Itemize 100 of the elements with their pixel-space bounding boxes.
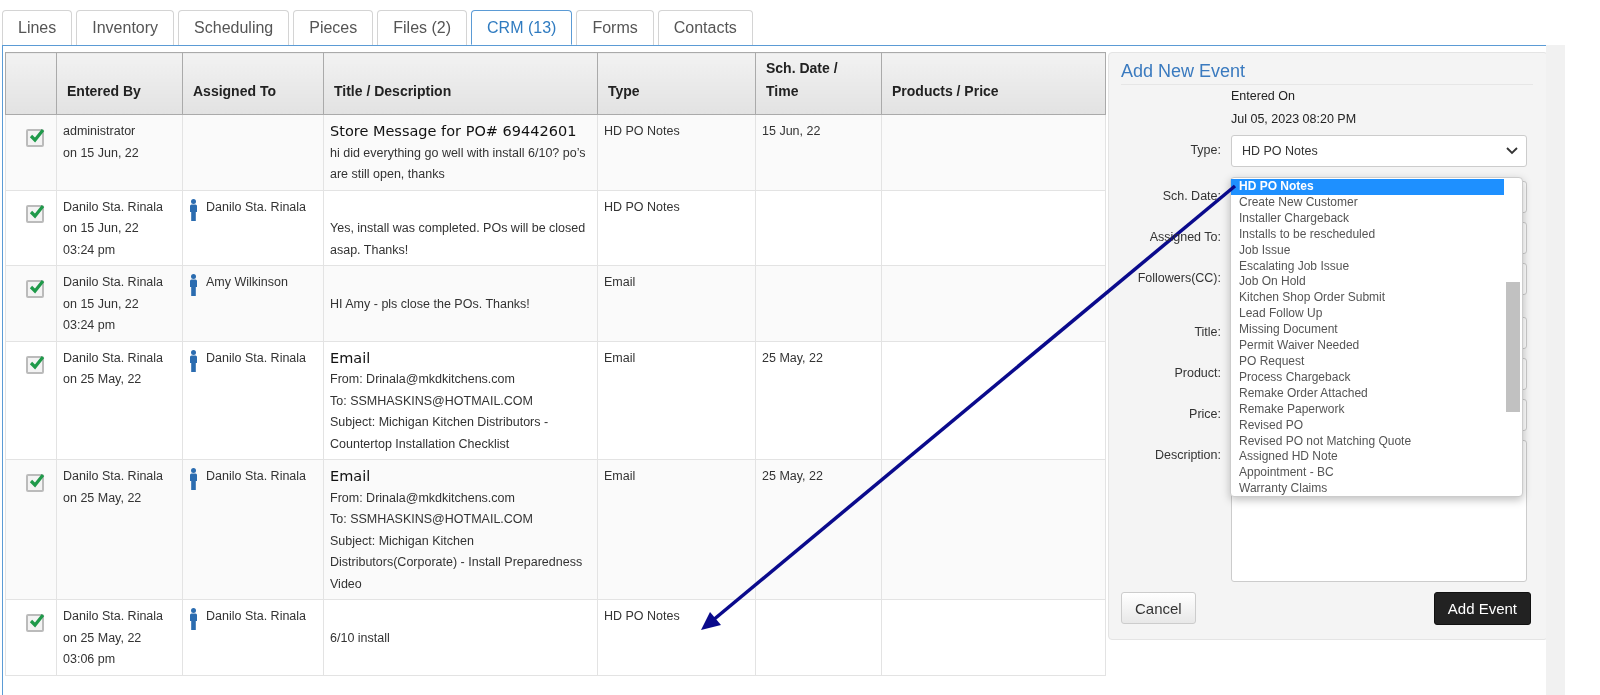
scheduled-date: 25 May, 22 [762,349,824,367]
assignee-name: Amy Wilkinson [206,274,288,291]
event-title: Email [330,467,372,486]
person-icon [189,198,198,221]
person-icon [189,608,198,630]
scheduled-date: 15 Jun, 22 [762,123,822,140]
event-type: Email [604,274,637,291]
dropdown-option[interactable]: Assigned HD Note [1231,449,1504,466]
assignee-name: Danilo Sta. Rinala [206,608,307,625]
tab[interactable]: Lines [2,10,73,45]
dropdown-option[interactable]: Lead Follow Up [1231,306,1504,323]
dropdown-option[interactable]: Create New Customer [1231,194,1504,211]
dropdown-option[interactable]: Installer Chargeback [1231,210,1504,227]
tab[interactable]: Scheduling [178,10,290,45]
assignee-name: Danilo Sta. Rinala [206,198,307,216]
dropdown-option[interactable]: Warranty Claims [1231,481,1504,498]
dropdown-option[interactable]: Job Issue [1231,242,1504,259]
entered-by-text: on 15 Jun, 22 [63,144,140,162]
entered-by-text: administrator [63,123,137,140]
person-icon [189,468,198,490]
cancel-button[interactable]: Cancel [1121,592,1196,624]
tab[interactable]: Inventory [76,10,175,45]
entered-by-text: on 15 Jun, 22 [63,295,140,313]
dropdown-option[interactable]: Permit Waiver Needed [1231,338,1504,354]
dropdown-option[interactable]: Remake Paperwork [1231,401,1504,418]
entered-by-text: on 15 Jun, 22 [63,220,140,237]
tab[interactable]: Forms [576,10,654,45]
column-header: Sch. Date / Time [755,52,882,115]
event-description: To: SSMHASKINS@HOTMAIL.COM [330,511,534,528]
column-header: Assigned To [182,52,324,115]
event-description: Subject: Michigan Kitchen Distributors(Corporate) - Install Preparedness Video [330,532,584,593]
dropdown-option[interactable]: Revised PO not Matching Quote [1231,433,1504,450]
entered-by-text: Danilo Sta. Rinala [63,274,165,291]
field-label: Type: [1189,142,1221,157]
checkbox[interactable] [26,474,44,492]
event-description: From: Drinala@mkdkitchens.com [330,371,516,388]
entered-by-text: Danilo Sta. Rinala [63,468,165,485]
entered-by-text: on 25 May, 22 [63,489,143,507]
field-label: Description: [1154,447,1221,462]
assignee-name: Danilo Sta. Rinala [206,349,307,367]
event-description: HI Amy - pls close the POs. Thanks! [330,295,531,313]
dropdown-option[interactable]: Installs to be rescheduled [1231,226,1504,243]
assignee-name: Danilo Sta. Rinala [206,468,307,485]
entered-by-text: Danilo Sta. Rinala [63,198,165,216]
event-type: HD PO Notes [604,198,681,216]
event-description: To: SSMHASKINS@HOTMAIL.COM [330,392,534,410]
dropdown-option[interactable]: Kitchen Shop Order Submit [1231,290,1504,307]
event-description: From: Drinala@mkdkitchens.com [330,489,516,507]
tab[interactable]: Pieces [293,10,374,45]
event-title: Email [330,348,372,368]
person-icon [189,274,198,296]
dropdown-option[interactable]: Escalating Job Issue [1231,258,1504,275]
type-select[interactable]: HD PO Notes [1231,135,1527,167]
entered-by-text: Danilo Sta. Rinala [63,349,165,367]
field-label: Followers(CC): [1136,270,1221,285]
dropdown-option[interactable]: Remake Order Attached [1231,385,1504,402]
column-header: Title / Description [323,52,598,115]
field-label: Sch. Date: [1161,188,1221,203]
column-header: Products / Price [881,52,1106,115]
scheduled-date: 25 May, 22 [762,468,824,485]
checkbox[interactable] [26,614,44,632]
entered-by-text: 03:24 pm [63,241,117,259]
column-header: Type [597,52,756,115]
entered-on-date: Jul 05, 2023 08:20 PM [1231,111,1358,126]
entered-on-label: Entered On [1231,88,1296,103]
scrollbar[interactable] [1546,45,1565,695]
dropdown-option[interactable]: PO Request [1231,353,1504,370]
event-title: Store Message for PO# 69442601 [330,122,578,141]
field-label: Title: [1193,324,1221,339]
checkbox[interactable] [26,355,44,374]
event-type: Email [604,468,637,485]
entered-by-text: Danilo Sta. Rinala [63,608,165,625]
entered-by-text: on 25 May, 22 [63,371,143,388]
checkbox[interactable] [26,204,44,223]
dropdown-option[interactable]: Revised PO [1231,417,1504,434]
entered-by-text: 03:06 pm [63,651,117,668]
event-type: Email [604,349,637,367]
dropdown-option[interactable]: Appointment - BC [1231,465,1504,482]
entered-by-text: 03:24 pm [63,317,117,334]
event-description: 6/10 install [330,629,391,647]
chevron-down-icon [1506,147,1518,155]
field-label: Product: [1173,365,1221,380]
dropdown-option[interactable]: Missing Document [1231,322,1504,339]
add-event-button[interactable]: Add Event [1433,592,1531,625]
event-description: hi did everything go well with install 6/10? po’s are still open, thanks [330,144,587,183]
dropdown-option[interactable]: Job On Hold [1231,274,1504,291]
person-icon [189,349,198,372]
event-description: Subject: Michigan Kitchen Distributors - Countertop Installation Checklist [330,414,550,453]
dropdown-option[interactable]: Process Chargeback [1231,369,1504,386]
checkbox[interactable] [26,280,44,298]
column-header: Entered By [56,52,183,115]
entered-by-text: on 25 May, 22 [63,629,143,647]
tab[interactable]: Files (2) [377,10,468,45]
tab[interactable]: CRM (13) [471,10,573,45]
checkbox[interactable] [26,129,44,147]
event-description: Yes, install was completed. POs will be closed asap. Thanks! [330,220,587,259]
tab[interactable]: Contacts [657,10,753,45]
event-type: HD PO Notes [604,123,681,140]
header-cell [5,52,57,115]
panel-title: Add New Event [1121,61,1533,85]
